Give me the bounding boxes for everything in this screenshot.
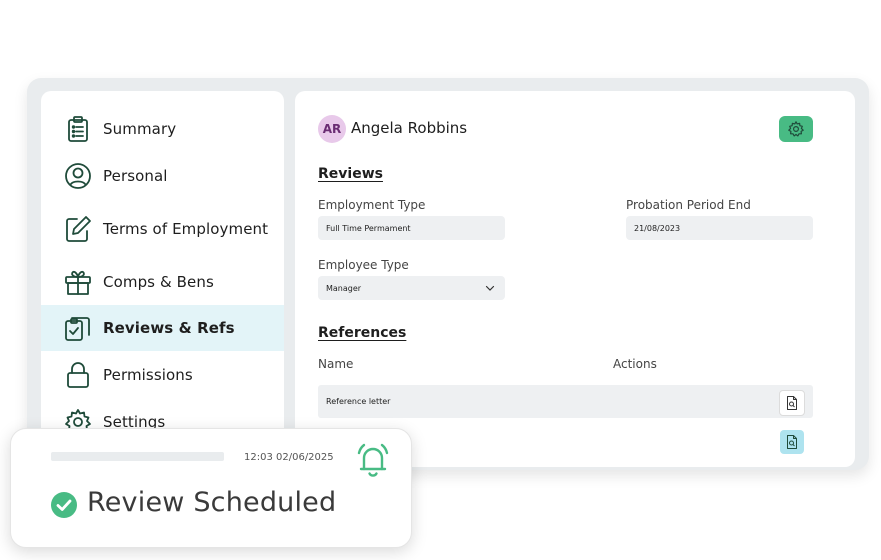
document-search-icon bbox=[787, 435, 797, 449]
sidebar-item-summary[interactable]: Summary bbox=[41, 106, 284, 152]
reviews-section-title: Reviews bbox=[318, 166, 383, 182]
edit-icon bbox=[63, 214, 93, 244]
employee-type-label: Employee Type bbox=[318, 258, 409, 272]
user-circle-icon bbox=[63, 161, 93, 191]
notification-placeholder-bar bbox=[51, 452, 224, 461]
references-section-title: References bbox=[318, 325, 407, 341]
employee-type-select[interactable]: Manager bbox=[318, 276, 505, 300]
avatar: AR bbox=[318, 115, 346, 143]
employee-type-value: Manager bbox=[326, 283, 362, 293]
notification-title: Review Scheduled bbox=[87, 487, 337, 518]
bell-icon bbox=[357, 443, 389, 477]
sidebar-item-reviews-refs[interactable]: Reviews & Refs bbox=[41, 305, 284, 351]
probation-end-field[interactable]: 21/08/2023 bbox=[626, 216, 813, 240]
probation-end-label: Probation Period End bbox=[626, 198, 751, 212]
settings-button[interactable] bbox=[779, 116, 813, 142]
table-row bbox=[318, 385, 813, 418]
sidebar-item-label: Summary bbox=[103, 120, 177, 138]
sidebar-item-label: Reviews & Refs bbox=[103, 319, 235, 337]
user-name: Angela Robbins bbox=[351, 119, 468, 137]
lock-icon bbox=[63, 360, 93, 390]
sidebar-item-label: Personal bbox=[103, 167, 168, 185]
employment-type-field[interactable]: Full Time Permament bbox=[318, 216, 505, 240]
gift-icon bbox=[63, 267, 93, 297]
check-circle-icon bbox=[51, 492, 77, 518]
document-search-icon bbox=[787, 396, 797, 410]
clipboard-check-icon bbox=[63, 313, 93, 343]
notification-time: 12:03 02/06/2025 bbox=[244, 452, 334, 463]
employment-type-value: Full Time Permament bbox=[326, 223, 411, 233]
sidebar-item-label: Terms of Employment bbox=[103, 220, 269, 238]
column-header-actions: Actions bbox=[613, 357, 657, 371]
sidebar-item-label: Permissions bbox=[103, 366, 193, 384]
column-header-name: Name bbox=[318, 357, 354, 371]
sidebar-item-comps-bens[interactable]: Comps & Bens bbox=[41, 259, 284, 305]
view-document-button[interactable] bbox=[780, 430, 804, 454]
clipboard-list-icon bbox=[63, 114, 93, 144]
probation-end-value: 21/08/2023 bbox=[634, 223, 681, 233]
chevron-down-icon bbox=[485, 285, 495, 291]
view-reference-button[interactable] bbox=[779, 390, 805, 416]
sidebar-item-label: Comps & Bens bbox=[103, 273, 214, 291]
sidebar-item-terms-of-employment[interactable]: Terms of Employment bbox=[41, 206, 284, 252]
employment-type-label: Employment Type bbox=[318, 198, 426, 212]
sidebar-item-personal[interactable]: Personal bbox=[41, 153, 284, 199]
reference-name: Reference letter bbox=[326, 397, 391, 406]
sidebar-item-permissions[interactable]: Permissions bbox=[41, 352, 284, 398]
gear-icon bbox=[788, 121, 804, 137]
